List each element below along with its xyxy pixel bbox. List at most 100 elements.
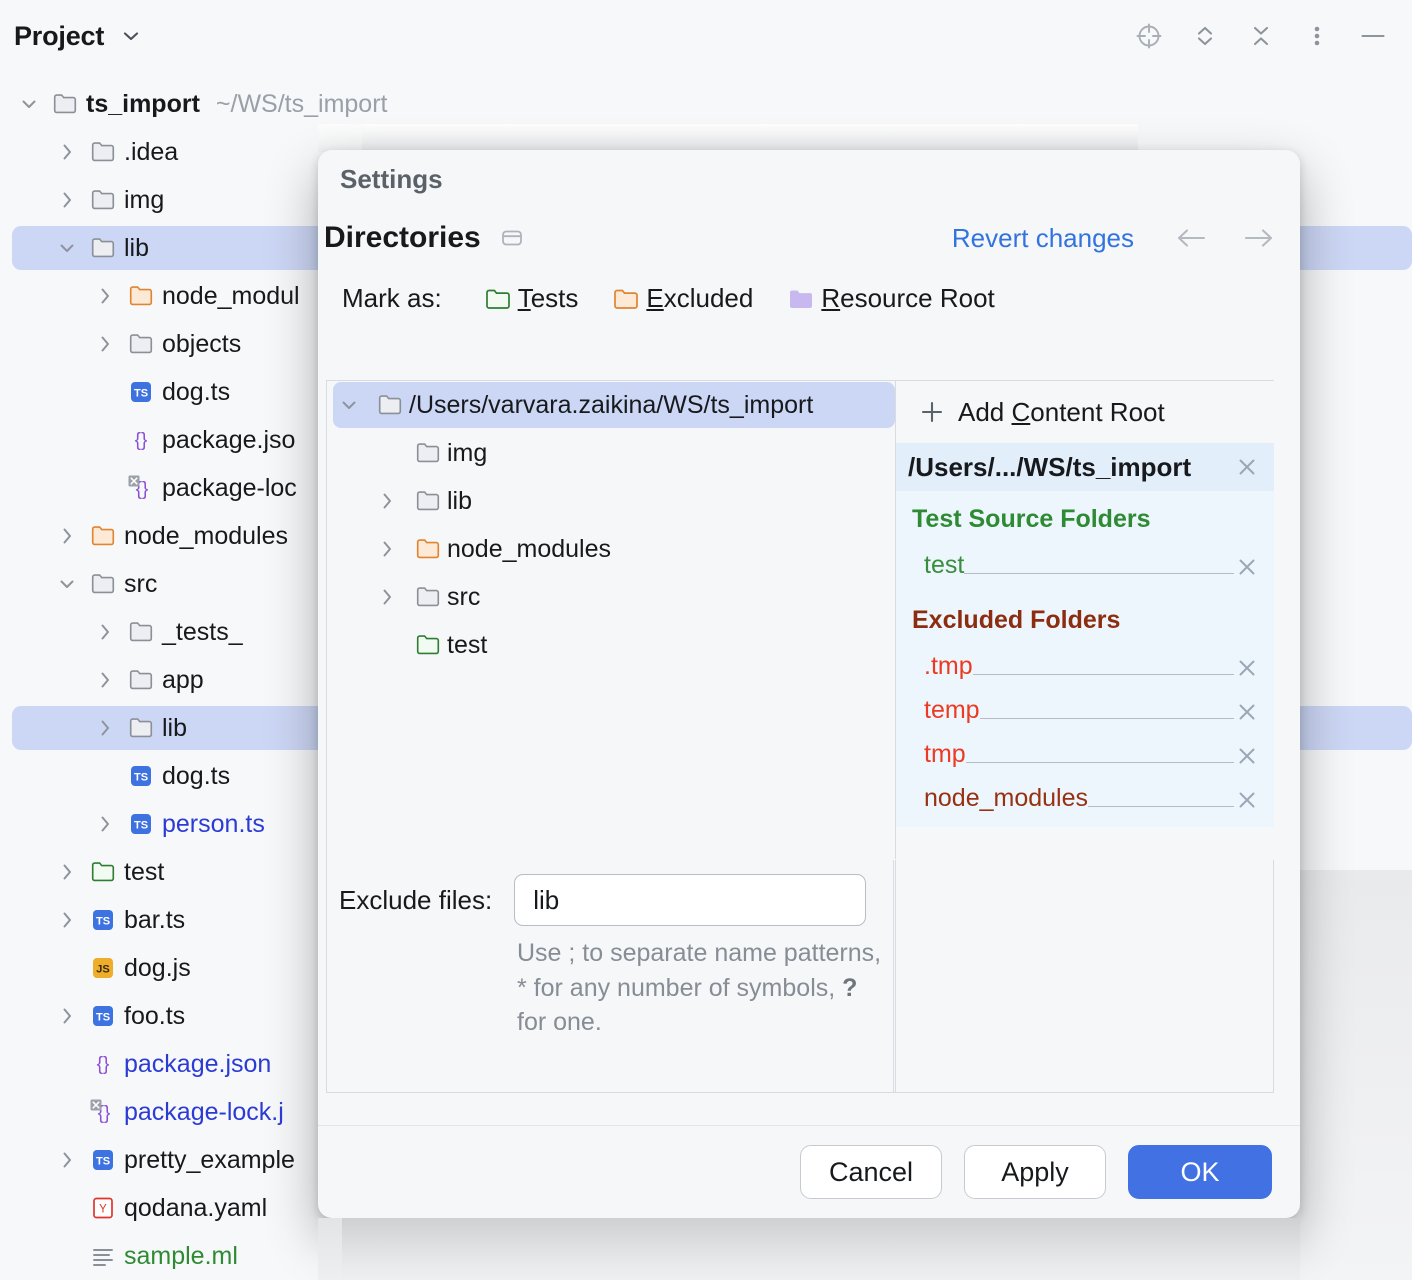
content-root-folder-row[interactable]: node_modules [896,769,1274,813]
javascript-file-icon: JS [84,954,122,982]
chevron-right-icon[interactable] [88,716,122,740]
mark-as-tests-button[interactable]: Tests [484,283,579,314]
apply-button[interactable]: Apply [964,1145,1106,1199]
project-tree-row[interactable]: ts_import~/WS/ts_import [0,80,1412,128]
chevron-down-icon[interactable] [118,23,144,49]
content-root-folder-row[interactable]: test [896,536,1274,580]
cancel-button[interactable]: Cancel [800,1145,942,1199]
chevron-right-icon[interactable] [50,1004,84,1028]
content-root-folder-row[interactable]: temp [896,681,1274,725]
project-tree-row-label: package.json [124,1050,271,1079]
mark-as-excluded-button[interactable]: Excluded [612,283,753,314]
content-root-header[interactable]: /Users/.../WS/ts_import [896,443,1274,491]
project-tree-row-label: pretty_example [124,1146,295,1175]
hint-part-1: Use ; to separate name patterns, * for a… [517,939,881,1002]
hide-icon[interactable] [1358,21,1388,51]
content-root-folder-row[interactable]: .tmp [896,637,1274,681]
folder-icon [84,235,122,261]
directory-tree-row[interactable]: node_modules [327,525,895,573]
chevron-right-icon[interactable] [50,1148,84,1172]
hint-bold-token: ? [842,974,857,1002]
add-content-root-label-pre: Add [958,397,1012,427]
content-root-folder-name: temp [924,696,980,725]
chevron-down-icon[interactable] [327,393,371,417]
project-tree-row-label: package.jso [162,426,295,455]
forward-arrow-icon[interactable] [1238,225,1278,251]
svg-text:Y: Y [99,1204,107,1216]
directory-tree-row[interactable]: src [327,573,895,621]
folder-underline [980,718,1234,719]
chevron-down-icon[interactable] [50,572,84,596]
remove-folder-icon[interactable] [1234,655,1260,681]
revert-changes-link[interactable]: Revert changes [952,223,1134,254]
select-opened-file-icon[interactable] [1134,21,1164,51]
background-window-lower-edge [318,1218,342,1280]
chevron-right-icon[interactable] [88,812,122,836]
settings-section-title: Directories [324,221,481,255]
exclude-files-input[interactable]: lib [514,874,866,926]
expand-all-icon[interactable] [1190,21,1220,51]
directory-tree[interactable]: /Users/varvara.zaikina/WS/ts_importimg li… [327,381,895,859]
project-tree-row-label: src [124,570,157,599]
project-tree-row-label: person.ts [162,810,265,839]
project-tree-row-label: node_modules [124,522,288,551]
add-content-root-label-post: ontent Root [1030,397,1164,427]
directory-tree-row[interactable]: /Users/varvara.zaikina/WS/ts_import [327,381,895,429]
module-icon [499,225,525,251]
folder-test-icon [484,286,512,312]
folder-icon [122,619,160,645]
remove-folder-icon[interactable] [1234,554,1260,580]
chevron-right-icon[interactable] [50,188,84,212]
chevron-right-icon[interactable] [50,860,84,884]
directory-tree-row[interactable]: img [327,429,895,477]
ok-button[interactable]: OK [1128,1145,1272,1199]
typescript-file-icon: TS [84,906,122,934]
json-file-excluded-icon: {} [122,474,160,502]
more-options-icon[interactable] [1302,21,1332,51]
content-root-folder-row[interactable]: tmp [896,725,1274,769]
chevron-down-icon[interactable] [12,92,46,116]
chevron-right-icon[interactable] [50,908,84,932]
project-tree-row-label: package-loc [162,474,297,503]
chevron-right-icon[interactable] [50,140,84,164]
typescript-file-icon: TS [84,1146,122,1174]
directory-tree-row-label: test [447,631,487,660]
remove-content-root-icon[interactable] [1234,454,1260,480]
json-file-excluded-icon: {} [84,1098,122,1126]
chevron-right-icon[interactable] [365,537,409,561]
mark-as-resource-root-button[interactable]: Resource Root [787,283,994,314]
chevron-right-icon[interactable] [88,284,122,308]
remove-folder-icon[interactable] [1234,743,1260,769]
chevron-down-icon[interactable] [50,236,84,260]
chevron-right-icon[interactable] [88,668,122,692]
svg-text:TS: TS [96,1156,110,1168]
hint-part-2: for one. [517,1008,602,1036]
folder-underline [966,762,1234,763]
folder-resource-icon [787,286,815,312]
chevron-right-icon[interactable] [88,332,122,356]
chevron-right-icon[interactable] [50,524,84,548]
add-content-root-button[interactable]: Add Content Root [896,381,1274,443]
folder-test-icon [84,859,122,885]
content-root-folder-name: .tmp [924,652,973,681]
directory-tree-row[interactable]: test [327,621,895,669]
typescript-file-icon: TS [122,762,160,790]
remove-folder-icon[interactable] [1234,787,1260,813]
project-tree-row-label: node_modul [162,282,300,311]
json-file-icon: {} [122,426,160,454]
chevron-right-icon[interactable] [365,585,409,609]
chevron-right-icon[interactable] [88,620,122,644]
chevron-right-icon[interactable] [365,489,409,513]
folder-excluded-icon [612,286,640,312]
folder-underline [1088,806,1234,807]
remove-folder-icon[interactable] [1234,699,1260,725]
project-tree-row-label: sample.ml [124,1242,238,1271]
dialog-title: Settings [318,150,1300,195]
back-arrow-icon[interactable] [1172,225,1212,251]
content-root-group-title: Test Source Folders [896,497,1274,536]
directory-tree-row-label: lib [447,487,472,516]
typescript-file-icon: TS [122,378,160,406]
folder-icon [84,571,122,597]
collapse-all-icon[interactable] [1246,21,1276,51]
directory-tree-row[interactable]: lib [327,477,895,525]
